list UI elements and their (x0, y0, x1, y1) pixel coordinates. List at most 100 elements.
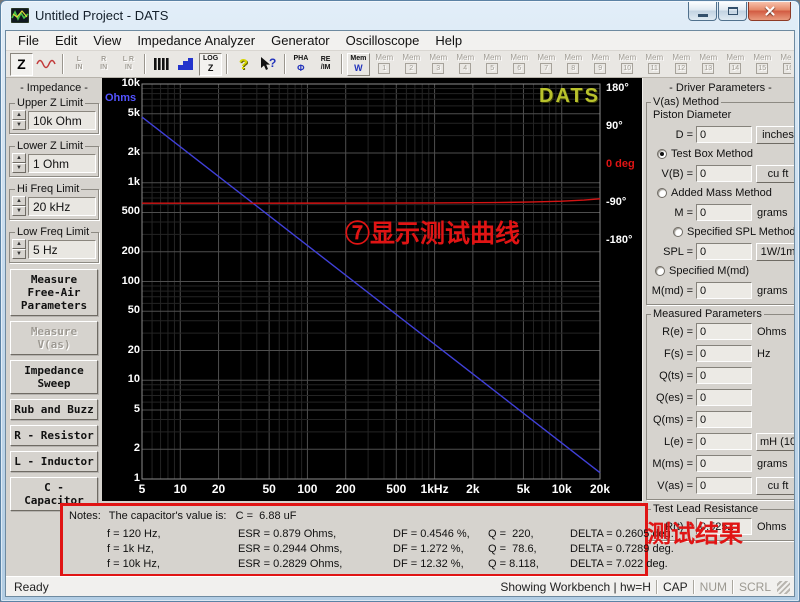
input-m-md[interactable]: 0 (696, 282, 752, 299)
radio-dot-icon (673, 227, 683, 237)
piston-diameter-label: Piston Diameter (648, 108, 794, 123)
low-freq-limit-spin-down-button[interactable]: ▼ (12, 249, 26, 259)
input-v-as[interactable]: 0 (696, 477, 752, 494)
toolbar-memory-write-button[interactable]: MemW (347, 53, 370, 76)
low-freq-limit-spinner: ▲▼ (12, 239, 26, 259)
radio-test-box-method[interactable]: Test Box Method (652, 146, 794, 162)
z-icon: Z (17, 56, 26, 72)
mem-slot-number: 5 (486, 63, 498, 74)
toolbar-context-help-button[interactable]: ? (257, 53, 280, 76)
toolbar-mem-12-button: Mem12 (669, 53, 694, 76)
driver-parameter-groups: V(as) MethodPiston DiameterD =0inchesTes… (644, 96, 794, 541)
hi-freq-limit-value[interactable]: 20 kHz (28, 197, 96, 216)
status-right-panels: Showing Workbench | hw=H CAP NUM SCRL (500, 580, 790, 594)
impedance-sweep-button[interactable]: Impedance Sweep (10, 360, 98, 394)
x-tick-100: 100 (297, 482, 317, 496)
toolbar-mem-1-button: Mem1 (372, 53, 397, 76)
menu-item-oscilloscope[interactable]: Oscilloscope (338, 31, 428, 50)
rub-and-buzz-button[interactable]: Rub and Buzz (10, 399, 98, 420)
mem-label: Mem (483, 54, 501, 62)
toolbar-mem-9-button: Mem9 (588, 53, 613, 76)
resize-grip[interactable] (777, 581, 790, 594)
maximize-button[interactable] (718, 2, 747, 21)
y-tick-10: 10 (128, 373, 140, 385)
unit-button-cu-ft[interactable]: cu ft (756, 165, 794, 183)
input-v-b[interactable]: 0 (696, 165, 752, 182)
toolbar-help-button[interactable]: ? (232, 53, 255, 76)
upper-z-limit-label: Upper Z Limit (15, 97, 85, 109)
toolbar-mem-5-button: Mem5 (480, 53, 505, 76)
low-freq-limit-spin-up-button[interactable]: ▲ (12, 239, 26, 249)
toolbar-separator (341, 54, 343, 74)
re-im-icon: RE (321, 56, 331, 64)
toolbar-mem-10-button: Mem10 (615, 53, 640, 76)
input-q-ms[interactable]: 0 (696, 411, 752, 428)
toolbar-mem-3-button: Mem3 (426, 53, 451, 76)
mem-label: Mem (456, 54, 474, 62)
notes-measurements: f = 120 Hz,ESR = 0.879 Ohms,DF = 0.4546 … (67, 527, 641, 572)
lower-z-limit-spin-up-button[interactable]: ▲ (12, 153, 26, 163)
x-tick-10: 10 (174, 482, 187, 496)
menu-item-generator[interactable]: Generator (263, 31, 338, 50)
field-label-f-s: F(s) = (648, 348, 696, 360)
upper-z-limit-value[interactable]: 10k Ohm (28, 111, 96, 130)
mem-label: Mem (375, 54, 393, 62)
input-q-ts[interactable]: 0 (696, 367, 752, 384)
toolbar-generator-button[interactable] (35, 53, 58, 76)
upper-z-limit-spin-up-button[interactable]: ▲ (12, 110, 26, 120)
close-button[interactable] (748, 2, 791, 21)
limit-groups: Upper Z Limit▲▼10k OhmLower Z Limit▲▼1 O… (6, 97, 102, 263)
toolbar-piano-tones-button[interactable] (150, 53, 173, 76)
close-icon (764, 5, 776, 17)
input-r-e[interactable]: 0 (696, 323, 752, 340)
input-m[interactable]: 0 (696, 204, 752, 221)
radio-specified-spl-method[interactable]: Specified SPL Method (668, 224, 794, 240)
menu-item-file[interactable]: File (10, 31, 47, 50)
titlebar[interactable]: Untitled Project - DATS (1, 1, 799, 30)
l-inductor-button[interactable]: L - Inductor (10, 451, 98, 472)
upper-z-limit-spin-down-button[interactable]: ▼ (12, 120, 26, 130)
lower-z-limit-value[interactable]: 1 Ohm (28, 154, 96, 173)
phase-tick-90: 90° (606, 120, 623, 132)
toolbar-spectrum-button[interactable] (175, 53, 198, 76)
input-f-s[interactable]: 0 (696, 345, 752, 362)
toolbar-impedance-z-button[interactable]: Z (10, 53, 33, 76)
r-resistor-button[interactable]: R - Resistor (10, 425, 98, 446)
ohms-axis-label: Ohms (105, 92, 136, 104)
menu-item-impedance-analyzer[interactable]: Impedance Analyzer (129, 31, 263, 50)
unit-button-inches[interactable]: inches (756, 126, 794, 144)
status-ready: Ready (10, 580, 49, 594)
toolbar-phase-button[interactable]: PHAΦ (290, 53, 313, 76)
input-q-es[interactable]: 0 (696, 389, 752, 406)
menu-item-view[interactable]: View (85, 31, 129, 50)
measure-free-air-parameters-button[interactable]: Measure Free-Air Parameters (10, 269, 98, 316)
toolbar-real-imaginary-button[interactable]: RE/IM (314, 53, 337, 76)
input-spl[interactable]: 0 (696, 243, 752, 260)
note-df: DF = 12.32 %, (393, 557, 488, 572)
radio-specified-m-md[interactable]: Specified M(md) (650, 263, 794, 279)
unit-button-1w-1m[interactable]: 1W/1m (756, 243, 794, 261)
dats-logo: DATS (539, 85, 600, 108)
x-tick-5: 5 (139, 482, 146, 496)
input-m-ms[interactable]: 0 (696, 455, 752, 472)
hi-freq-limit-spin-down-button[interactable]: ▼ (12, 206, 26, 216)
lower-z-limit-spin-down-button[interactable]: ▼ (12, 163, 26, 173)
input-d[interactable]: 0 (696, 126, 752, 143)
radio-added-mass-method[interactable]: Added Mass Method (652, 185, 794, 201)
menu-item-help[interactable]: Help (427, 31, 470, 50)
hi-freq-limit-spin-up-button[interactable]: ▲ (12, 196, 26, 206)
unit-button-mh-10k[interactable]: mH (10k) (756, 433, 794, 451)
hi-freq-limit-group: Hi Freq Limit▲▼20 kHz (9, 183, 99, 220)
input-l-e[interactable]: 0 (696, 433, 752, 450)
log-z-icon: LOG (203, 55, 218, 63)
field-label-q-ms: Q(ms) = (648, 414, 696, 426)
low-freq-limit-value[interactable]: 5 Hz (28, 240, 96, 259)
toolbar-log-scale-button[interactable]: LOGZ (199, 53, 222, 76)
status-separator (693, 580, 695, 594)
menu-item-edit[interactable]: Edit (47, 31, 85, 50)
mem-slot-number: 15 (756, 63, 768, 74)
minimize-button[interactable] (688, 2, 717, 21)
unit-button-cu-ft[interactable]: cu ft (756, 477, 794, 495)
mem-label: Mem (537, 54, 555, 62)
y-tick-500: 500 (122, 205, 140, 217)
